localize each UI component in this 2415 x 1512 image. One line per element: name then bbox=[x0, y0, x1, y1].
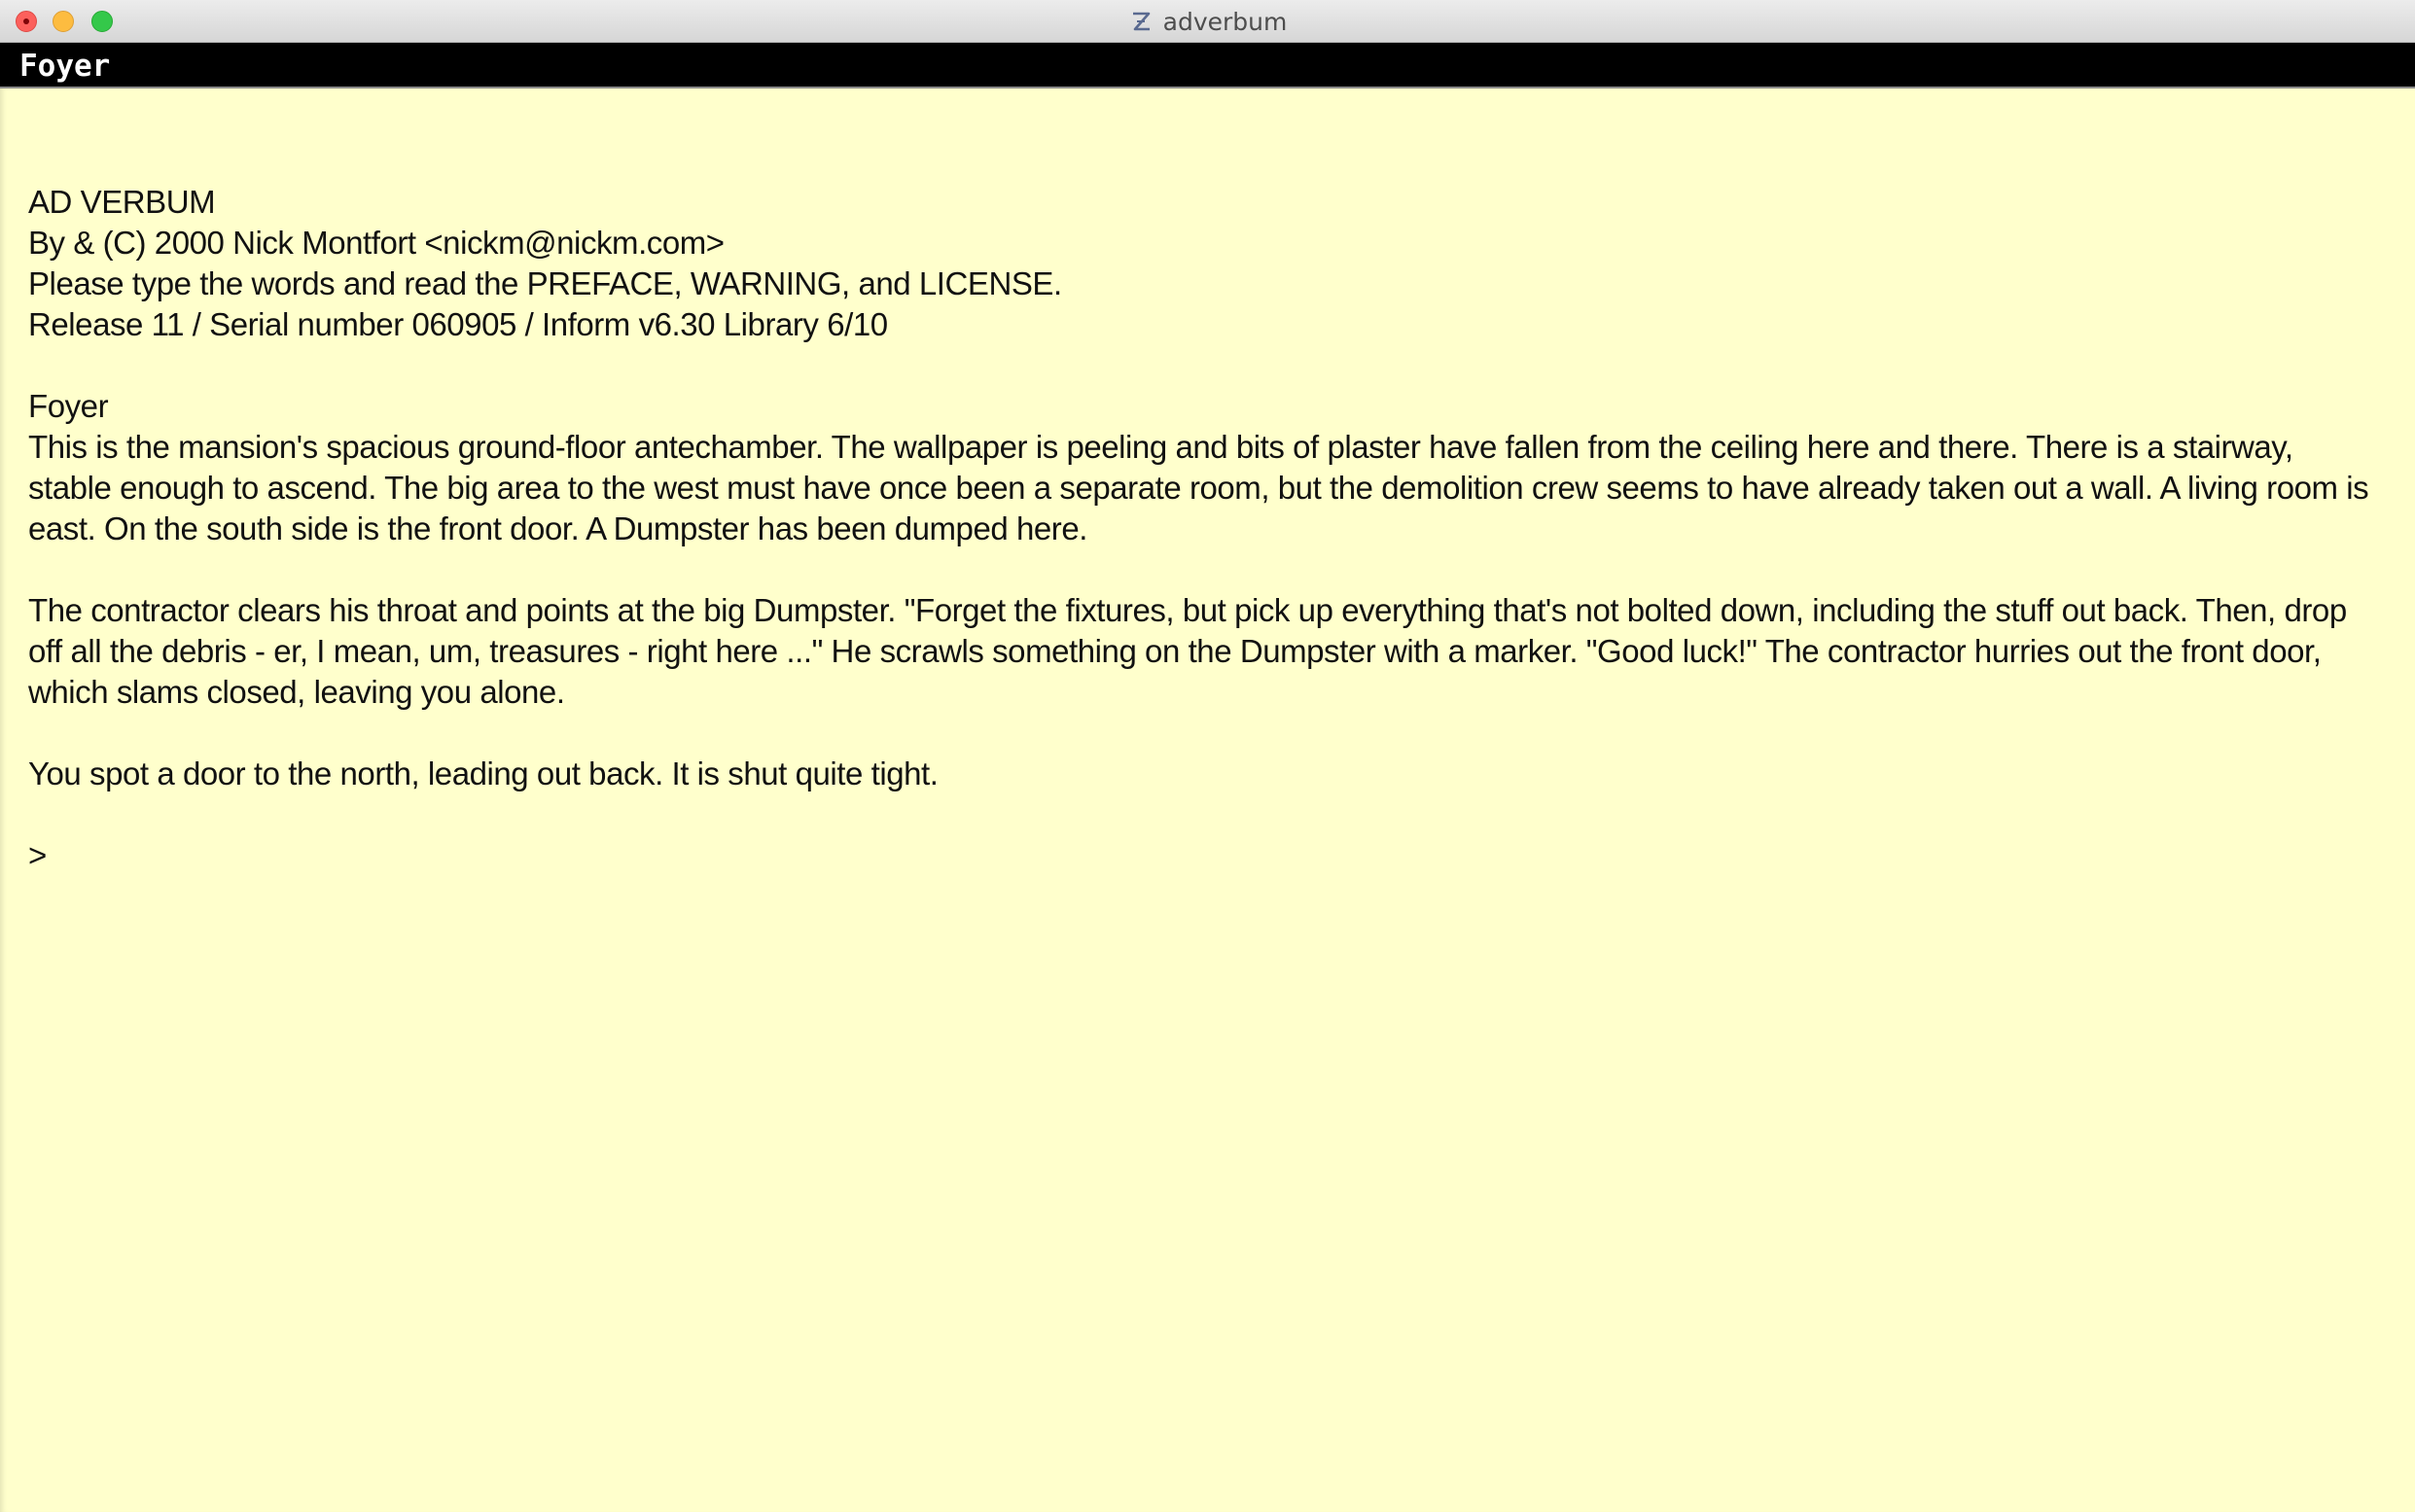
title-bar[interactable]: adverbum bbox=[0, 0, 2415, 43]
banner-title: AD VERBUM bbox=[28, 184, 216, 220]
command-input[interactable] bbox=[52, 836, 2382, 875]
story-window[interactable]: AD VERBUM By & (C) 2000 Nick Montfort <n… bbox=[0, 88, 2415, 1512]
z-machine-icon bbox=[1132, 12, 1150, 31]
status-location: Foyer bbox=[19, 49, 111, 84]
prompt-symbol: > bbox=[28, 837, 47, 873]
room-description: This is the mansion's spacious ground-fl… bbox=[28, 429, 2369, 546]
door-paragraph: You spot a door to the north, leading ou… bbox=[28, 756, 939, 791]
window-title-group: adverbum bbox=[0, 0, 2415, 43]
banner-byline: By & (C) 2000 Nick Montfort <nickm@nickm… bbox=[28, 225, 725, 261]
interpreter-window: adverbum Foyer AD VERBUM By & (C) 2000 N… bbox=[0, 0, 2415, 1512]
window-title: adverbum bbox=[1162, 7, 1288, 36]
command-line[interactable]: > bbox=[28, 835, 2382, 876]
story-text: AD VERBUM By & (C) 2000 Nick Montfort <n… bbox=[28, 182, 2382, 876]
banner-release: Release 11 / Serial number 060905 / Info… bbox=[28, 306, 888, 342]
contractor-paragraph: The contractor clears his throat and poi… bbox=[28, 592, 2347, 710]
banner-instructions: Please type the words and read the PREFA… bbox=[28, 265, 1062, 301]
status-bar: Foyer bbox=[0, 43, 2415, 88]
room-name: Foyer bbox=[28, 388, 109, 424]
